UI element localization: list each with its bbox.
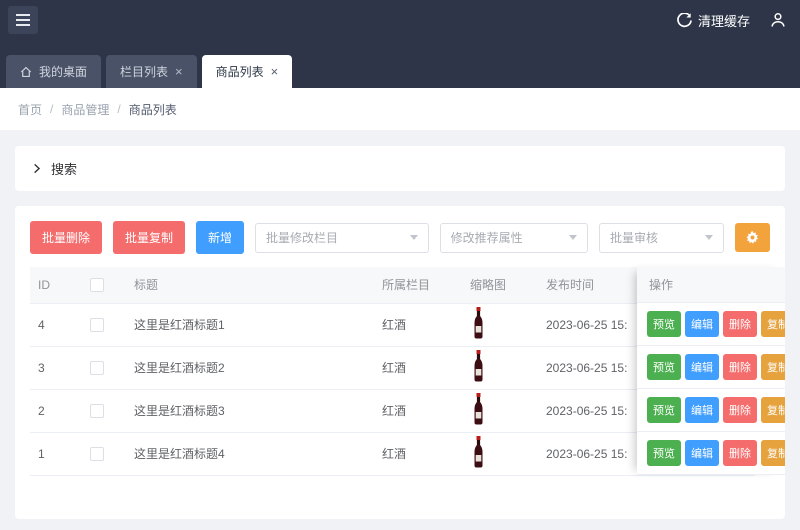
delete-button[interactable]: 删除 [723, 311, 757, 337]
cell-title[interactable]: 这里是红酒标题2 [126, 346, 374, 389]
preview-button[interactable]: 预览 [647, 440, 681, 466]
breadcrumb-product-manage[interactable]: 商品管理 [61, 101, 109, 118]
row-checkbox[interactable] [90, 361, 104, 375]
wine-bottle-thumbnail[interactable] [470, 307, 487, 342]
add-button[interactable]: 新增 [196, 221, 244, 254]
edit-button[interactable]: 编辑 [685, 354, 719, 380]
select-all-checkbox[interactable] [90, 278, 104, 292]
breadcrumb-separator: / [50, 102, 53, 116]
tab-label: 栏目列表 [120, 63, 168, 80]
batch-category-select[interactable]: 批量修改栏目 [255, 223, 429, 253]
tab-my-desktop[interactable]: 我的桌面 [6, 55, 101, 88]
header-title: 标题 [126, 267, 374, 303]
header-checkbox [82, 267, 126, 303]
close-icon[interactable]: × [271, 65, 279, 78]
home-icon [20, 66, 32, 78]
delete-button[interactable]: 删除 [723, 397, 757, 423]
header-thumbnail: 缩略图 [462, 267, 538, 303]
search-panel-label: 搜索 [51, 159, 77, 178]
cell-category: 红酒 [374, 346, 462, 389]
batch-delete-button[interactable]: 批量删除 [30, 221, 102, 254]
row-checkbox[interactable] [90, 447, 104, 461]
menu-toggle-icon[interactable] [8, 6, 38, 34]
cell-title[interactable]: 这里是红酒标题3 [126, 389, 374, 432]
wine-bottle-thumbnail[interactable] [470, 436, 487, 471]
copy-button[interactable]: 复制 [761, 440, 785, 466]
chevron-right-icon [31, 163, 42, 174]
wine-bottle-thumbnail[interactable] [470, 350, 487, 385]
topbar: 清理缓存 [0, 0, 800, 40]
batch-copy-button[interactable]: 批量复制 [113, 221, 185, 254]
row-checkbox[interactable] [90, 318, 104, 332]
cell-category: 红酒 [374, 432, 462, 475]
cell-category: 红酒 [374, 389, 462, 432]
select-placeholder: 修改推荐属性 [451, 229, 523, 246]
copy-button[interactable]: 复制 [761, 397, 785, 423]
preview-button[interactable]: 预览 [647, 354, 681, 380]
tab-label: 我的桌面 [39, 63, 87, 80]
gear-icon [745, 230, 760, 245]
preview-button[interactable]: 预览 [647, 397, 681, 423]
row-checkbox[interactable] [90, 404, 104, 418]
cell-id: 4 [30, 303, 82, 346]
breadcrumb-current: 商品列表 [129, 101, 177, 118]
action-row: 预览 编辑 删除 复制 [637, 303, 785, 346]
search-panel-toggle[interactable]: 搜索 [15, 146, 785, 191]
cell-id: 3 [30, 346, 82, 389]
settings-button[interactable] [735, 223, 770, 252]
edit-button[interactable]: 编辑 [685, 311, 719, 337]
header-actions: 操作 [637, 267, 785, 303]
action-row: 预览 编辑 删除 复制 [637, 432, 785, 475]
action-row: 预览 编辑 删除 复制 [637, 346, 785, 389]
fixed-action-column: 操作 预览 编辑 删除 复制 预览 编辑 删除 复制 预览 编辑 删除 [637, 267, 785, 475]
clear-cache-button[interactable]: 清理缓存 [677, 11, 750, 30]
clear-cache-label: 清理缓存 [698, 11, 750, 30]
tab-bar: 我的桌面 栏目列表 × 商品列表 × [0, 40, 800, 88]
cell-title[interactable]: 这里是红酒标题1 [126, 303, 374, 346]
action-row: 预览 编辑 删除 复制 [637, 389, 785, 432]
edit-button[interactable]: 编辑 [685, 397, 719, 423]
tab-label: 商品列表 [216, 63, 264, 80]
preview-button[interactable]: 预览 [647, 311, 681, 337]
chevron-down-icon [410, 235, 418, 240]
refresh-icon [677, 13, 692, 28]
batch-audit-select[interactable]: 批量审核 [599, 223, 724, 253]
chevron-down-icon [705, 235, 713, 240]
select-placeholder: 批量修改栏目 [266, 229, 338, 246]
cell-title[interactable]: 这里是红酒标题4 [126, 432, 374, 475]
delete-button[interactable]: 删除 [723, 354, 757, 380]
copy-button[interactable]: 复制 [761, 311, 785, 337]
tab-category-list[interactable]: 栏目列表 × [106, 55, 197, 88]
recommend-attr-select[interactable]: 修改推荐属性 [440, 223, 588, 253]
header-category: 所属栏目 [374, 267, 462, 303]
header-id: ID [30, 267, 82, 303]
close-icon[interactable]: × [175, 65, 183, 78]
breadcrumb-separator: / [117, 102, 120, 116]
breadcrumb-home[interactable]: 首页 [18, 101, 42, 118]
user-icon[interactable] [770, 12, 786, 28]
tab-product-list[interactable]: 商品列表 × [202, 55, 293, 88]
cell-id: 1 [30, 432, 82, 475]
product-list-card: 批量删除 批量复制 新增 批量修改栏目 修改推荐属性 批量审核 [15, 206, 785, 519]
page-content: 搜索 批量删除 批量复制 新增 批量修改栏目 修改推荐属性 批量审核 [0, 130, 800, 530]
wine-bottle-thumbnail[interactable] [470, 393, 487, 428]
toolbar: 批量删除 批量复制 新增 批量修改栏目 修改推荐属性 批量审核 [30, 221, 770, 254]
product-table: ID 标题 所属栏目 缩略图 发布时间 4 这里是红酒标题1 红酒 [30, 267, 785, 476]
copy-button[interactable]: 复制 [761, 354, 785, 380]
delete-button[interactable]: 删除 [723, 440, 757, 466]
cell-category: 红酒 [374, 303, 462, 346]
edit-button[interactable]: 编辑 [685, 440, 719, 466]
breadcrumb: 首页 / 商品管理 / 商品列表 [0, 88, 800, 130]
cell-id: 2 [30, 389, 82, 432]
chevron-down-icon [569, 235, 577, 240]
select-placeholder: 批量审核 [610, 229, 658, 246]
